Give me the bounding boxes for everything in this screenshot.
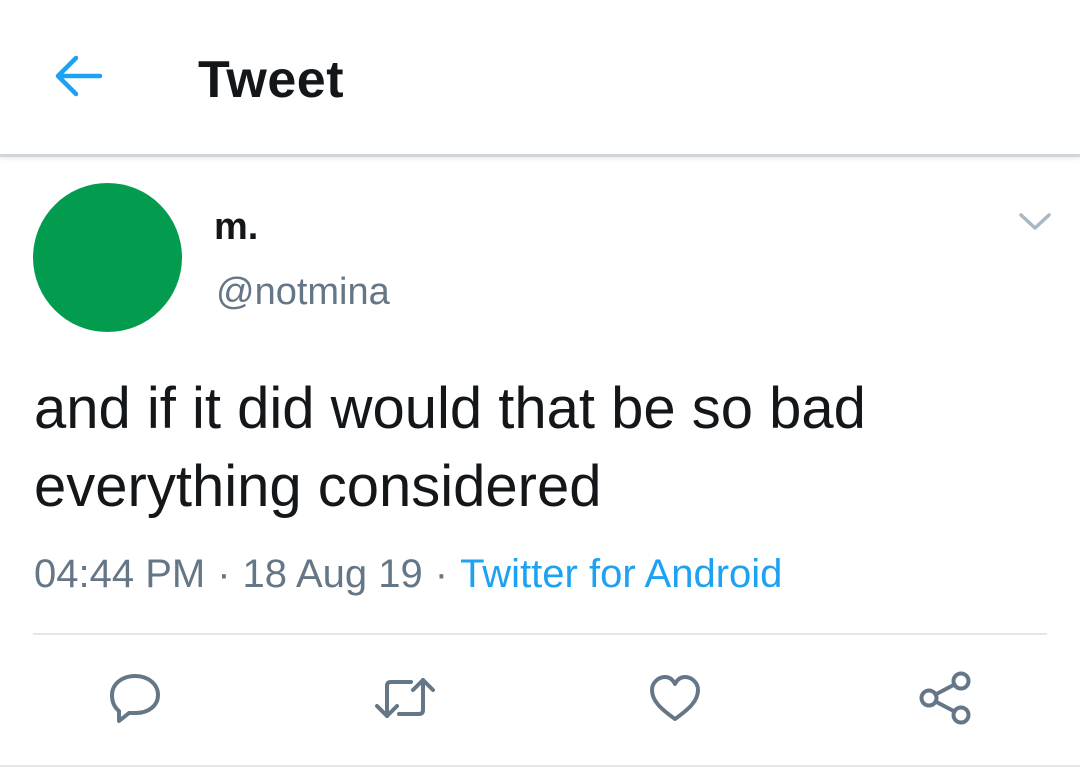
avatar[interactable] xyxy=(33,183,182,332)
top-app-bar: Tweet xyxy=(0,0,1080,157)
meta-separator: · xyxy=(217,552,231,596)
author-display-name[interactable]: m. xyxy=(214,205,258,249)
retweet-button[interactable] xyxy=(365,660,445,740)
tweet-meta: 04:44 PM · 18 Aug 19 · Twitter for Android xyxy=(34,550,782,598)
tweet-date: 18 Aug 19 xyxy=(242,552,423,596)
share-icon xyxy=(916,669,974,732)
meta-separator: · xyxy=(434,552,449,596)
tweet-time: 04:44 PM xyxy=(34,552,206,596)
retweet-icon xyxy=(373,672,437,729)
tweet-options-button[interactable] xyxy=(1012,204,1058,244)
divider xyxy=(0,765,1080,767)
divider xyxy=(33,633,1047,635)
heart-icon xyxy=(647,672,703,729)
tweet-text: and if it did would that be so bad every… xyxy=(34,376,866,519)
back-button[interactable] xyxy=(40,40,116,116)
author-handle[interactable]: @notmina xyxy=(216,270,390,314)
tweet-action-bar xyxy=(0,660,1080,740)
page-title: Tweet xyxy=(198,51,345,109)
share-button[interactable] xyxy=(905,660,985,740)
reply-button[interactable] xyxy=(95,660,175,740)
arrow-left-icon xyxy=(52,54,104,103)
like-button[interactable] xyxy=(635,660,715,740)
chevron-down-icon xyxy=(1018,212,1052,237)
tweet-source-link[interactable]: Twitter for Android xyxy=(460,552,782,596)
reply-icon xyxy=(107,670,163,731)
